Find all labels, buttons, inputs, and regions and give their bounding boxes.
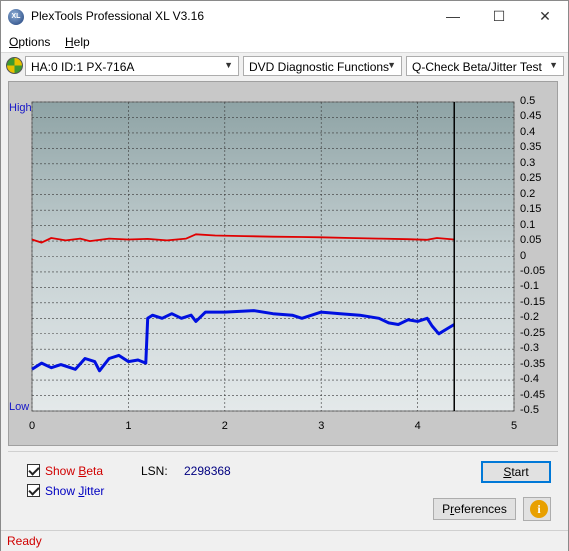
show-beta-checkbox[interactable] — [27, 464, 40, 477]
right-axis-tick-label: 0 — [520, 249, 527, 262]
preferences-button[interactable]: Preferences — [433, 498, 516, 520]
show-beta-label[interactable]: Show Beta — [45, 464, 103, 478]
right-axis-tick-label: 0.1 — [520, 218, 536, 231]
right-axis-tick-label: -0.25 — [520, 326, 546, 339]
show-jitter-checkbox[interactable] — [27, 484, 40, 497]
show-jitter-label-pre: Show — [45, 484, 79, 498]
right-axis-tick-label: 0.35 — [520, 141, 542, 154]
options-divider — [8, 451, 558, 452]
start-label: tart — [511, 465, 529, 479]
show-beta-label-pre: Show — [45, 464, 79, 478]
app-window: XL PlexTools Professional XL V3.16 — ☐ ✕… — [0, 0, 569, 551]
right-axis-tick-label: -0.5 — [520, 404, 539, 416]
right-axis-tick-label: -0.35 — [520, 357, 546, 370]
y-axis-high-label: High — [9, 102, 32, 114]
x-axis-tick-label: 1 — [125, 420, 132, 432]
x-axis-tick-label: 4 — [414, 420, 421, 432]
show-beta-label-post: eta — [86, 464, 104, 478]
right-axis-tick-label: -0.05 — [520, 264, 546, 277]
x-axis-tick-label: 0 — [29, 420, 36, 432]
start-button[interactable]: Start — [481, 461, 551, 483]
right-axis-tick-label: -0.1 — [520, 280, 539, 293]
info-icon: i — [530, 500, 548, 518]
preferences-label-pre: P — [442, 502, 451, 516]
right-axis-tick-label: 0.4 — [520, 125, 536, 138]
show-jitter-label-post: itter — [84, 484, 105, 498]
right-axis-tick-label: -0.4 — [520, 373, 539, 386]
lsn-label: LSN: — [141, 464, 168, 478]
right-axis-tick-label: 0.15 — [520, 203, 542, 216]
x-axis-tick-label: 5 — [511, 420, 518, 432]
preferences-label: eferences — [454, 502, 507, 516]
right-axis-tick-label: -0.15 — [520, 295, 546, 308]
right-axis-tick-label: 0.25 — [520, 172, 542, 185]
right-axis-tick-label: 0.5 — [520, 95, 536, 107]
right-axis-tick-label: -0.2 — [520, 311, 539, 324]
status-bar: Ready — [1, 530, 568, 551]
right-axis-tick-label: -0.45 — [520, 388, 546, 401]
right-axis-tick-label: 0.05 — [520, 234, 542, 247]
lsn-value: 2298368 — [184, 464, 231, 478]
y-axis-low-label: Low — [9, 401, 30, 413]
right-axis-tick-label: 0.45 — [520, 110, 542, 123]
right-axis-tick-label: 0.2 — [520, 187, 536, 200]
right-axis-tick-label: 0.3 — [520, 156, 536, 169]
x-axis-tick-label: 2 — [221, 420, 228, 432]
show-jitter-label[interactable]: Show Jitter — [45, 484, 104, 498]
status-text: Ready — [7, 534, 42, 548]
right-axis-tick-label: -0.3 — [520, 342, 539, 355]
beta-jitter-chart — [31, 101, 515, 412]
x-axis-tick-label: 3 — [318, 420, 325, 432]
